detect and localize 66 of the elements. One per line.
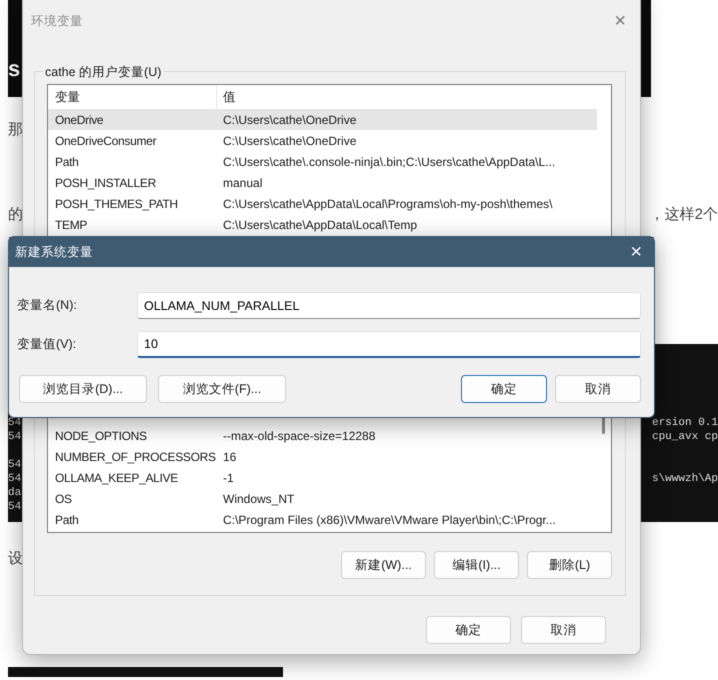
terminal-line: 54: [8, 458, 22, 472]
variable-name: OS: [54, 490, 73, 508]
variable-value: --max-old-space-size=12288: [222, 428, 376, 444]
terminal-line: 54: [8, 472, 22, 486]
variable-value: 16: [222, 448, 238, 466]
variable-name: NUMBER_OF_PROCESSORS: [54, 448, 217, 466]
dialog-button[interactable]: 确定: [461, 375, 547, 403]
variable-value: manual: [222, 174, 264, 192]
terminal-line: 54: [8, 500, 22, 514]
input-field[interactable]: 10: [137, 331, 641, 358]
close-button[interactable]: ×: [610, 11, 630, 31]
dialog-button[interactable]: 确定: [426, 616, 511, 644]
variable-value: C:\Users\cathe\.console-ninja\.bin;C:\Users\cathe\AppData\L...: [222, 154, 556, 170]
variable-value: -1: [222, 470, 235, 486]
variable-value: Windows_NT: [222, 490, 296, 508]
field-label: 变量值(V):: [17, 336, 78, 354]
paragraph-fragment: 那: [8, 120, 23, 140]
window-title: 环境变量: [31, 12, 83, 30]
dialog-button[interactable]: 取消: [521, 616, 606, 644]
variable-value: C:\Users\cathe\AppData\Local\Temp: [222, 216, 418, 234]
list-row[interactable]: OLLAMA_KEEP_ALIVE -1: [48, 467, 597, 488]
close-button[interactable]: ×: [626, 242, 646, 262]
terminal-line: da: [8, 486, 22, 500]
hero-text: s: [8, 58, 20, 80]
dialog-button[interactable]: 浏览目录(D)...: [19, 375, 147, 403]
dialog-button[interactable]: 删除(L): [527, 551, 612, 579]
list-row[interactable]: OS Windows_NT: [48, 488, 597, 509]
terminal-line: 54: [8, 430, 22, 444]
variable-name: TEMP: [54, 216, 88, 234]
list-row[interactable]: POSH_INSTALLER manual: [48, 172, 597, 193]
variable-name: NODE_OPTIONS: [54, 428, 148, 444]
list-row[interactable]: TEMP C:\Users\cathe\AppData\Local\Temp: [48, 214, 597, 235]
variable-name: Path: [54, 154, 80, 170]
variable-value: C:\Users\cathe\AppData\Local\Programs\oh-my-posh\themes\: [222, 196, 554, 212]
variable-name: OneDriveConsumer: [54, 132, 158, 150]
group-label: cathe 的用户变量(U): [43, 63, 164, 82]
list-row[interactable]: OneDriveConsumer C:\Users\cathe\OneDrive: [48, 130, 597, 151]
variable-value: C:\Users\cathe\OneDrive: [222, 132, 358, 150]
terminal-line: cpu_avx cp: [652, 430, 718, 444]
list-row[interactable]: NODE_OPTIONS --max-old-space-size=12288: [48, 425, 597, 446]
paragraph-fragment: 的: [8, 204, 23, 224]
field-label: 变量名(N):: [17, 297, 78, 314]
terminal-line: 54: [8, 416, 22, 430]
paragraph-fragment: 设: [8, 549, 23, 569]
dialog-button[interactable]: 浏览文件(F)...: [158, 375, 286, 403]
window-title: 新建系统变量: [15, 244, 93, 261]
variable-name: POSH_THEMES_PATH: [54, 196, 179, 212]
input-field[interactable]: OLLAMA_NUM_PARALLEL: [137, 292, 641, 319]
list-row[interactable]: POSH_THEMES_PATH C:\Users\cathe\AppData\Local\Programs\oh-my-posh\themes\: [48, 193, 597, 214]
list-row[interactable]: Path C:\Program Files (x86)\VMware\VMware Player\bin\;C:\Progr...: [48, 509, 597, 530]
variable-value: C:\Users\cathe\OneDrive: [222, 112, 358, 128]
variable-name: OneDrive: [54, 112, 104, 128]
paragraph-fragment: ，这样2个: [650, 204, 718, 224]
dialog-button[interactable]: 编辑(I)...: [434, 551, 519, 579]
terminal-line: ersion 0.1: [652, 416, 718, 430]
variable-name: POSH_INSTALLER: [54, 174, 157, 192]
list-row[interactable]: OneDrive C:\Users\cathe\OneDrive: [48, 109, 597, 130]
list-row[interactable]: Path C:\Users\cathe\.console-ninja\.bin;C:\Users\cathe\AppData\L...: [48, 151, 597, 172]
list-row[interactable]: NUMBER_OF_PROCESSORS 16: [48, 446, 597, 467]
terminal-line: s\wwwzh\Ap: [652, 472, 718, 486]
variable-name: Path: [54, 512, 80, 528]
dialog-button[interactable]: 新建(W)...: [341, 551, 426, 579]
dialog-button[interactable]: 取消: [555, 375, 641, 403]
variable-name: OLLAMA_KEEP_ALIVE: [54, 470, 179, 486]
variable-value: C:\Program Files (x86)\VMware\VMware Player\bin\;C:\Progr...: [222, 512, 557, 528]
column-header[interactable]: 值: [217, 88, 611, 106]
